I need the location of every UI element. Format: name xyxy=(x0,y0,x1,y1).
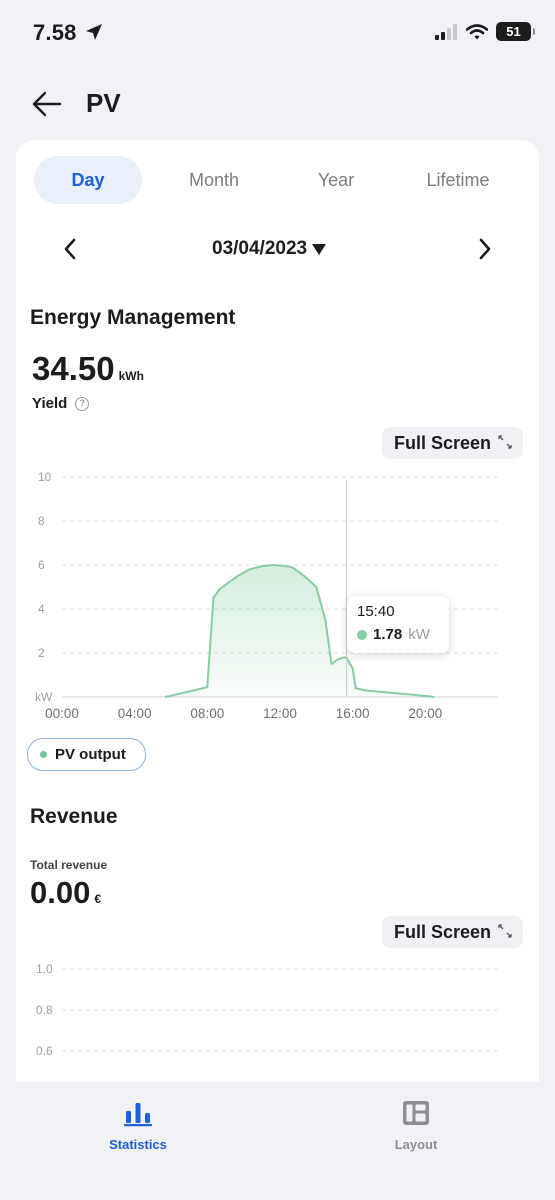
battery-indicator: 51 xyxy=(496,22,535,41)
energy-chart[interactable]: 2 4 6 8 10 kW 00:00 04:00 08:00 12:00 16:00 20:00 xyxy=(16,460,539,730)
y-tick-label: 1.0 xyxy=(36,962,53,976)
tab-year[interactable]: Year xyxy=(286,156,386,204)
x-tick-label: 00:00 xyxy=(45,706,79,721)
expand-icon xyxy=(498,924,512,938)
revenue-value-group: 0.00 € xyxy=(30,875,101,911)
expand-icon xyxy=(498,435,512,449)
y-tick-label: 0.6 xyxy=(36,1044,53,1058)
date-navigator: 03/04/2023 xyxy=(16,230,539,268)
battery-level: 51 xyxy=(506,24,521,39)
date-selector[interactable]: 03/04/2023 xyxy=(212,238,327,260)
x-tick-label: 08:00 xyxy=(190,706,224,721)
legend-label: PV output xyxy=(55,746,126,763)
y-tick-label: 6 xyxy=(38,558,45,572)
nav-statistics[interactable]: Statistics xyxy=(78,1098,198,1154)
yield-label-group: Yield ? xyxy=(32,395,90,412)
tooltip-value-row: 1.78 kW xyxy=(357,626,430,643)
tab-month[interactable]: Month xyxy=(162,156,266,204)
chevron-left-icon[interactable] xyxy=(58,234,82,264)
tab-lifetime[interactable]: Lifetime xyxy=(402,156,514,204)
tooltip-time: 15:40 xyxy=(357,603,395,620)
caret-down-icon xyxy=(312,244,327,255)
page-header: PV xyxy=(0,80,555,126)
revenue-section-title: Revenue xyxy=(30,805,118,828)
status-indicators: 51 xyxy=(434,22,535,41)
layout-icon xyxy=(403,1101,429,1125)
full-screen-label: Full Screen xyxy=(394,433,492,453)
statistics-card: Day Month Year Lifetime 03/04/2023 Energ… xyxy=(16,140,539,1082)
tooltip-unit: kW xyxy=(408,626,430,643)
full-screen-label: Full Screen xyxy=(394,922,492,942)
chart-tooltip: 15:40 1.78 kW xyxy=(347,596,449,653)
nav-layout-label: Layout xyxy=(394,1137,438,1152)
y-tick-label: 0.8 xyxy=(36,1003,53,1017)
yield-label: Yield xyxy=(32,395,68,412)
x-tick-label: 16:00 xyxy=(336,706,370,721)
signal-icon xyxy=(435,23,457,40)
y-tick-label: 2 xyxy=(38,646,45,660)
location-arrow-icon xyxy=(86,24,102,40)
y-axis-unit-label: kW xyxy=(35,690,53,704)
x-tick-label: 04:00 xyxy=(118,706,152,721)
x-tick-label: 20:00 xyxy=(408,706,442,721)
energy-section-title: Energy Management xyxy=(30,306,236,329)
energy-full-screen-button[interactable]: Full Screen xyxy=(382,427,523,459)
energy-yield-value: 34.50 xyxy=(32,350,115,387)
revenue-full-screen-button[interactable]: Full Screen xyxy=(382,916,523,948)
y-tick-label: 4 xyxy=(38,602,45,616)
revenue-unit: € xyxy=(94,892,102,906)
legend-dot xyxy=(40,751,47,758)
bottom-nav: Statistics Layout xyxy=(0,1082,555,1200)
revenue-chart[interactable]: 1.0 0.8 0.6 xyxy=(16,955,539,1082)
total-revenue-label: Total revenue xyxy=(30,858,108,872)
back-arrow-icon[interactable] xyxy=(30,87,64,121)
help-icon[interactable]: ? xyxy=(75,396,90,411)
tab-day[interactable]: Day xyxy=(34,156,142,204)
status-bar: 7.58 51 xyxy=(0,0,555,66)
nav-statistics-label: Statistics xyxy=(109,1137,167,1152)
y-tick-label: 8 xyxy=(38,514,45,528)
chevron-right-icon[interactable] xyxy=(473,234,497,264)
page-title: PV xyxy=(86,88,121,118)
energy-yield-value-group: 34.50 kWh xyxy=(32,350,144,388)
status-time: 7.58 xyxy=(33,20,77,45)
revenue-value: 0.00 xyxy=(30,875,91,910)
period-tabs: Day Month Year Lifetime xyxy=(34,156,524,204)
wifi-icon xyxy=(466,23,488,39)
tooltip-value: 1.78 xyxy=(373,626,403,643)
legend-pv-output[interactable]: PV output xyxy=(27,738,146,771)
bar-chart-icon xyxy=(124,1103,152,1127)
nav-layout[interactable]: Layout xyxy=(356,1098,476,1154)
y-tick-label: 10 xyxy=(38,470,52,484)
selected-date: 03/04/2023 xyxy=(212,238,308,259)
x-tick-label: 12:00 xyxy=(263,706,297,721)
tooltip-series-dot xyxy=(357,629,367,640)
energy-yield-unit: kWh xyxy=(118,369,144,383)
